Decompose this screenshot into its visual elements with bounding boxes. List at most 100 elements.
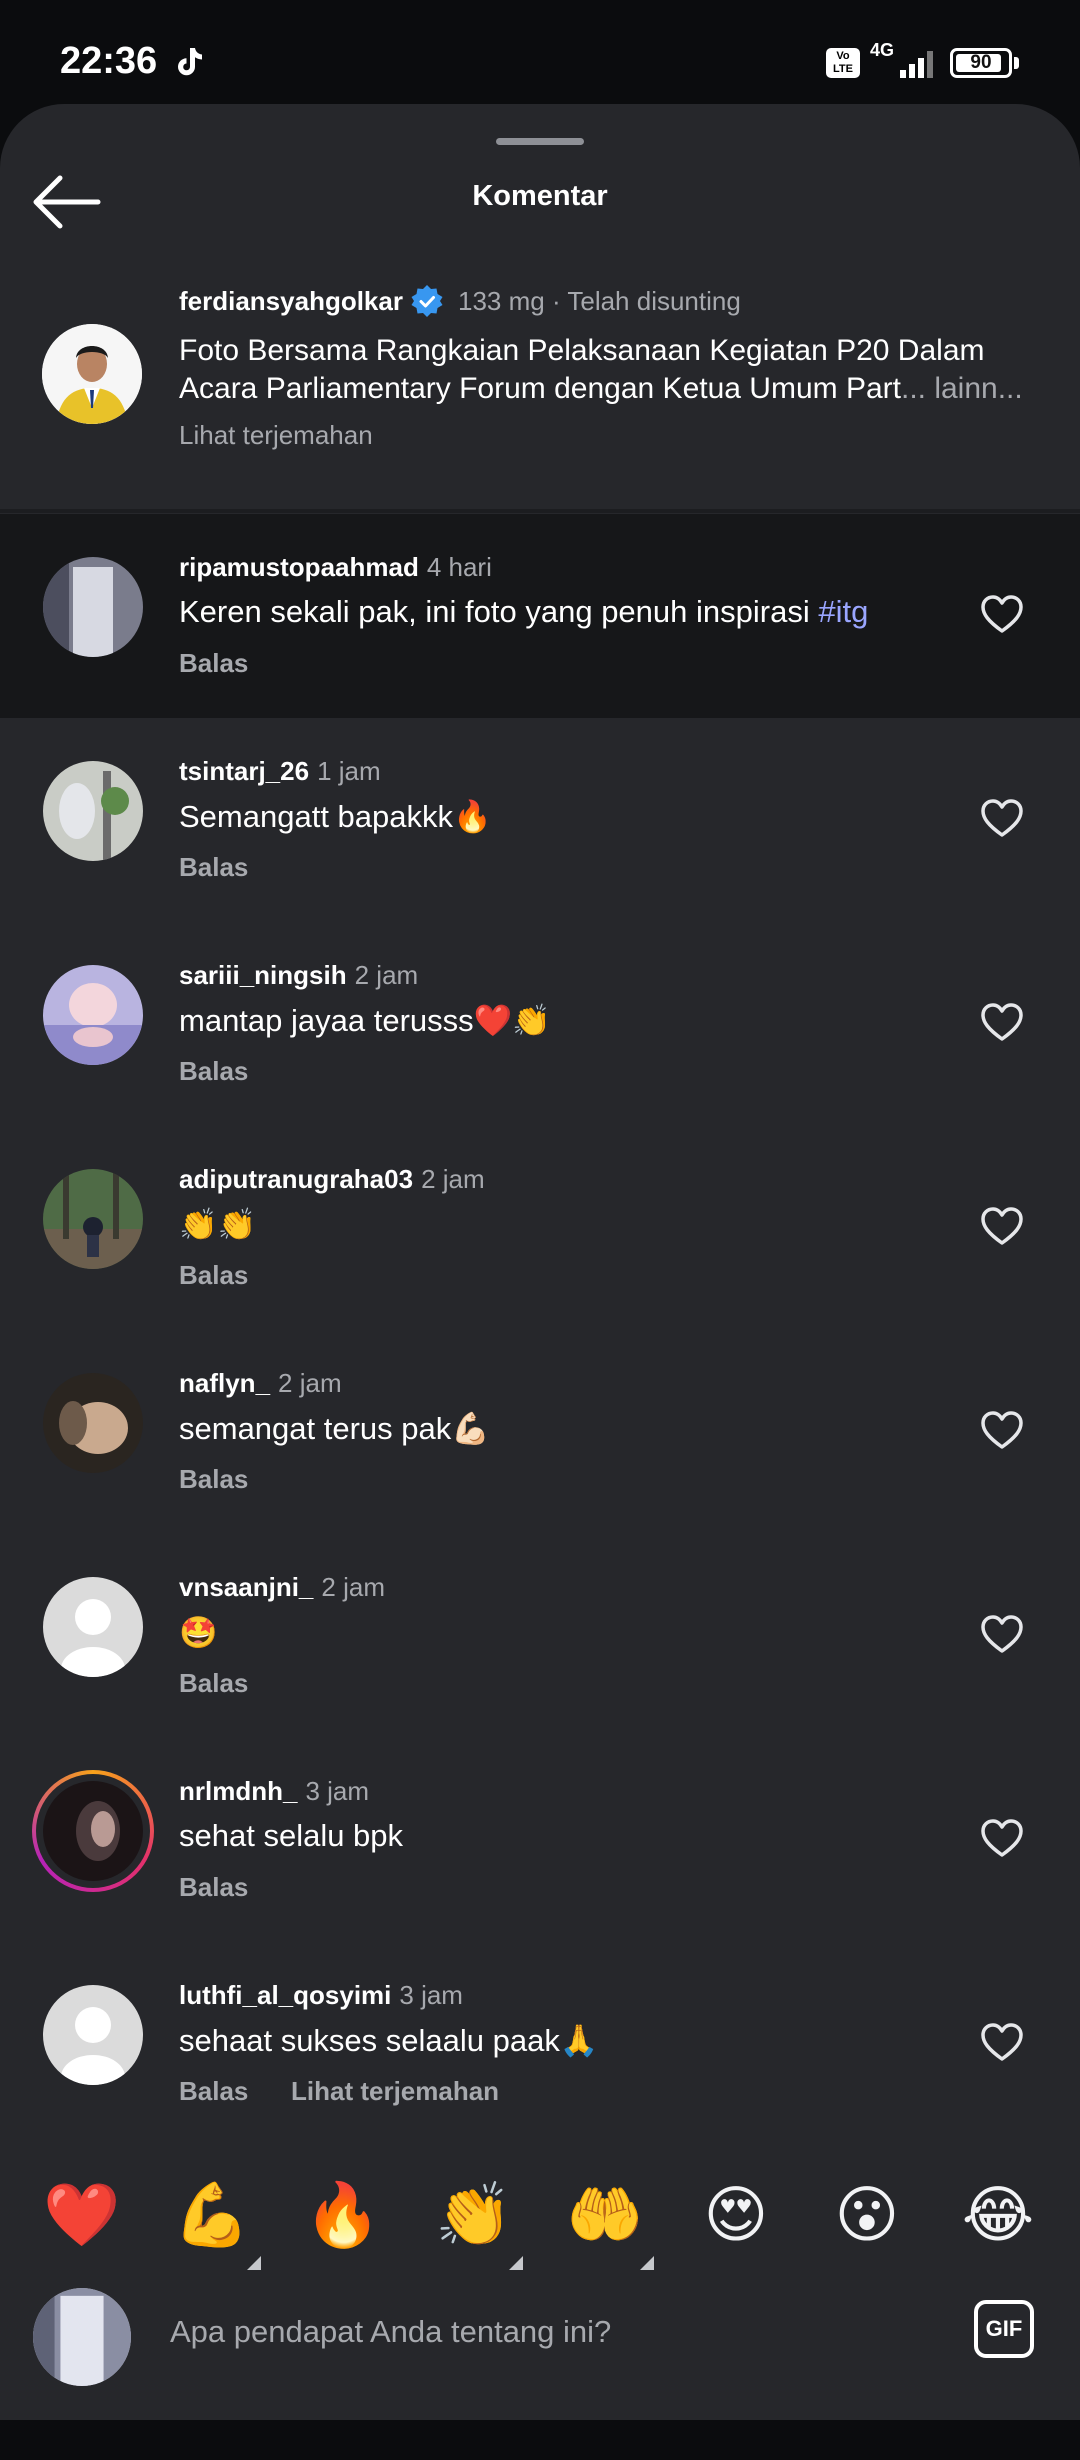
gif-button[interactable]: GIF xyxy=(974,2300,1034,2358)
like-heart-icon[interactable] xyxy=(980,1410,1024,1450)
comment-input-row: Apa pendapat Anda tentang ini? GIF xyxy=(0,2280,1080,2410)
reply-button[interactable]: Balas xyxy=(179,648,248,679)
battery-tip xyxy=(1014,57,1019,69)
comment-time: 2 jam xyxy=(278,1368,342,1398)
comment-item: ripamustopaahmad 4 hari Keren sekali pak,… xyxy=(0,514,1080,718)
avatar[interactable] xyxy=(43,557,143,657)
comment-input[interactable]: Apa pendapat Anda tentang ini? xyxy=(170,2314,611,2350)
comment-username[interactable]: adiputranugraha03 xyxy=(179,1164,413,1194)
comment-text: sehat selalu bpk xyxy=(179,1818,404,1853)
caption-more-link[interactable]: ... lainn... xyxy=(901,372,1023,405)
comment-time: 2 jam xyxy=(321,1572,385,1602)
like-heart-icon[interactable] xyxy=(980,798,1024,838)
reply-button[interactable]: Balas xyxy=(179,1056,248,1087)
comment-time: 4 hari xyxy=(426,552,492,582)
profile-photo xyxy=(43,761,143,861)
like-heart-icon[interactable] xyxy=(980,1614,1024,1654)
profile-photo xyxy=(43,1169,143,1269)
emoji-flexed-biceps[interactable]: 💪 xyxy=(172,2176,252,2256)
comment-text: Keren sekali pak, ini foto yang penuh in… xyxy=(179,594,868,630)
status-bar: 22:36 Vo LTE 4G 90 xyxy=(0,0,1080,100)
avatar[interactable] xyxy=(42,324,142,424)
status-time: 22:36 xyxy=(60,40,158,82)
comment-time: 1 jam xyxy=(317,756,381,786)
comments-sheet: Komentar ferdiansyahgolkar 133 mg · Tela… xyxy=(0,104,1080,2420)
comment-time: 2 jam xyxy=(421,1164,485,1194)
avatar[interactable] xyxy=(43,1169,143,1269)
caption-text-line-1: Foto Bersama Rangkaian Pelaksanaan Kegia… xyxy=(179,334,985,367)
reply-button[interactable]: Balas xyxy=(179,1668,248,1699)
caption-meta: 133 mg · Telah disunting xyxy=(458,286,741,316)
comment-username[interactable]: naflyn_ xyxy=(179,1368,270,1398)
comment-header: vnsaanjni_ 2 jam xyxy=(179,1572,385,1603)
avatar[interactable] xyxy=(43,1577,143,1677)
translate-link[interactable]: Lihat terjemahan xyxy=(291,2076,499,2107)
comment-time: 3 jam xyxy=(399,1980,463,2010)
like-heart-icon[interactable] xyxy=(980,1818,1024,1858)
comment-header: nrlmdnh_ 3 jam xyxy=(179,1776,369,1807)
like-heart-icon[interactable] xyxy=(980,1002,1024,1042)
reply-button[interactable]: Balas xyxy=(179,1260,248,1291)
emoji-tears-of-joy[interactable]: 😂 xyxy=(958,2176,1038,2256)
comment-item: adiputranugraha03 2 jam 👏👏 Balas xyxy=(0,1126,1080,1330)
hashtag-link[interactable]: #itg xyxy=(818,594,868,629)
avatar[interactable] xyxy=(43,761,143,861)
avatar xyxy=(33,2288,131,2386)
comment-username[interactable]: nrlmdnh_ xyxy=(179,1776,297,1806)
comment-username[interactable]: ripamustopaahmad xyxy=(179,552,419,582)
verified-badge-icon xyxy=(411,285,443,317)
comment-item: sariii_ningsih 2 jam mantap jayaa terusss… xyxy=(0,922,1080,1126)
emoji-heart-eyes[interactable]: 😍 xyxy=(696,2176,776,2256)
comment-text: semangat terus pak💪🏻 xyxy=(179,1411,490,1446)
reply-button[interactable]: Balas xyxy=(179,1872,248,1903)
profile-photo xyxy=(43,557,143,657)
comment-time: 2 jam xyxy=(354,960,419,990)
comment-item: nrlmdnh_ 3 jam sehat selalu bpk Balas xyxy=(0,1738,1080,1942)
comment-header: ripamustopaahmad 4 hari xyxy=(179,552,492,583)
comment-username[interactable]: luthfi_al_qosyimi xyxy=(179,1980,391,2010)
avatar[interactable] xyxy=(43,1781,143,1881)
emoji-palms-up[interactable]: 🤲 xyxy=(565,2176,645,2256)
caption-text-line-2: Acara Parliamentary Forum dengan Ketua U… xyxy=(179,370,1049,408)
emoji-red-heart[interactable]: ❤️ xyxy=(42,2176,122,2256)
avatar[interactable] xyxy=(43,965,143,1065)
caption-username[interactable]: ferdiansyahgolkar xyxy=(179,286,403,317)
like-heart-icon[interactable] xyxy=(980,594,1024,634)
battery-icon: 90 xyxy=(950,48,1012,78)
emoji-clapping-hands[interactable]: 👏 xyxy=(434,2176,514,2256)
like-heart-icon[interactable] xyxy=(980,1206,1024,1246)
comment-text: 👏👏 xyxy=(179,1207,257,1242)
signal-strength-icon xyxy=(900,51,933,78)
comment-header: luthfi_al_qosyimi 3 jam xyxy=(179,1980,463,2011)
emoji-fire[interactable]: 🔥 xyxy=(303,2176,383,2256)
profile-photo xyxy=(42,324,142,424)
comment-username[interactable]: sariii_ningsih xyxy=(179,960,347,990)
post-caption: ferdiansyahgolkar 133 mg · Telah disunti… xyxy=(0,264,1080,509)
skin-tone-indicator xyxy=(247,2256,261,2270)
profile-photo xyxy=(33,2288,131,2386)
tiktok-notification-icon xyxy=(178,48,202,76)
avatar[interactable] xyxy=(43,1373,143,1473)
profile-photo xyxy=(43,1373,143,1473)
default-avatar-icon xyxy=(43,1985,143,2085)
sheet-drag-handle[interactable] xyxy=(496,138,584,145)
comment-username[interactable]: vnsaanjni_ xyxy=(179,1572,313,1602)
comment-item: naflyn_ 2 jam semangat terus pak💪🏻 Balas xyxy=(0,1330,1080,1534)
reply-button[interactable]: Balas xyxy=(179,2076,248,2107)
comment-username[interactable]: tsintarj_26 xyxy=(179,756,309,786)
page-title: Komentar xyxy=(472,180,608,212)
caption-text: Foto Bersama Rangkaian Pelaksanaan Kegia… xyxy=(179,332,1049,408)
comment-text: 🤩 xyxy=(179,1615,218,1650)
avatar[interactable] xyxy=(43,1985,143,2085)
like-heart-icon[interactable] xyxy=(980,2022,1024,2062)
emoji-open-mouth[interactable]: 😮 xyxy=(827,2176,907,2256)
reply-button[interactable]: Balas xyxy=(179,1464,248,1495)
reply-button[interactable]: Balas xyxy=(179,852,248,883)
caption-translate-link[interactable]: Lihat terjemahan xyxy=(179,420,373,451)
comment-text-content: Keren sekali pak, ini foto yang penuh in… xyxy=(179,594,819,629)
default-avatar-icon xyxy=(43,1577,143,1677)
comment-item: vnsaanjni_ 2 jam 🤩 Balas xyxy=(0,1534,1080,1738)
skin-tone-indicator xyxy=(640,2256,654,2270)
comment-item: tsintarj_26 1 jam Semangatt bapakkk🔥 Bala… xyxy=(0,718,1080,922)
comment-text: sehaat sukses selaalu paak🙏 xyxy=(179,2023,599,2058)
